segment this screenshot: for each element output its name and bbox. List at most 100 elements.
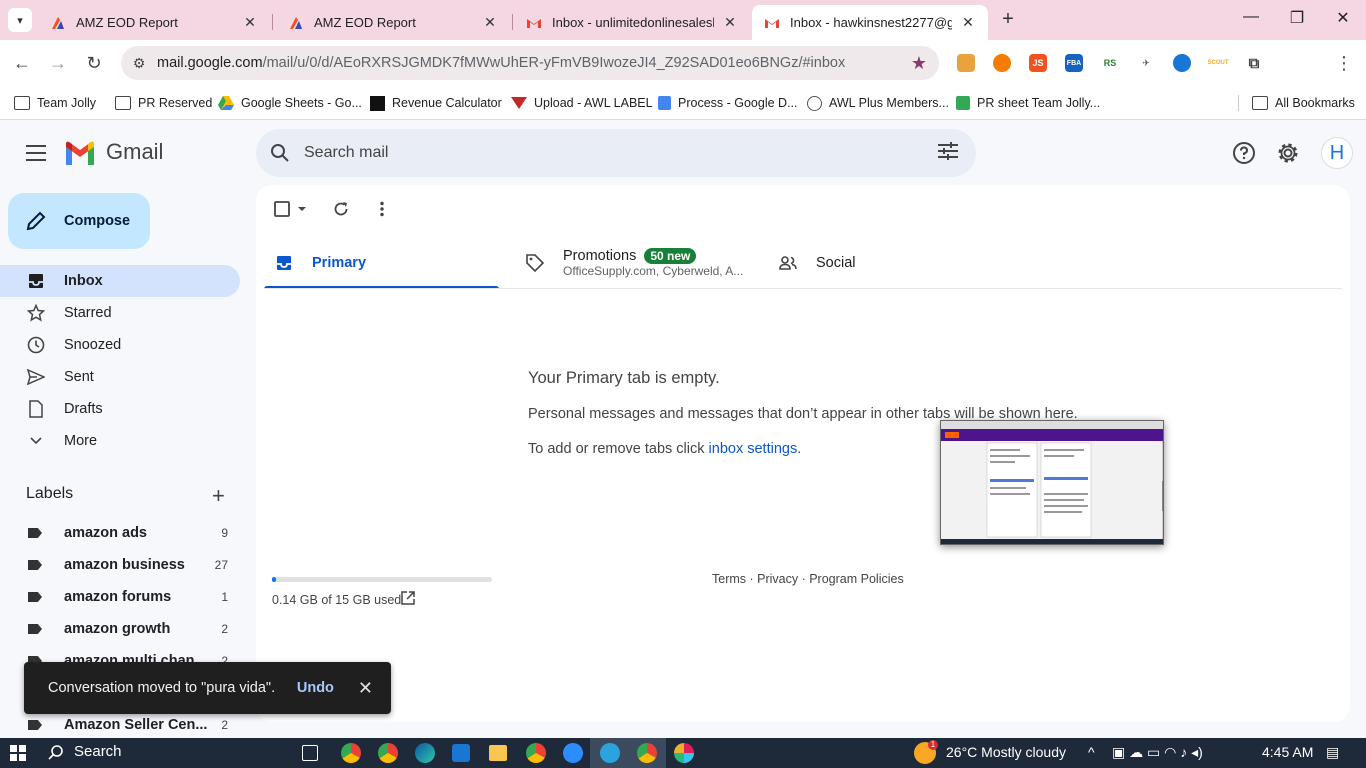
extension-js-icon[interactable]: JS (1029, 54, 1047, 72)
forward-icon[interactable]: → (46, 51, 70, 75)
nav-snoozed[interactable]: Snoozed (0, 329, 240, 361)
tab-promotions[interactable]: Promotions 50 new OfficeSupply.com, Cyber… (525, 237, 743, 289)
undo-button[interactable]: Undo (297, 680, 334, 696)
store-icon[interactable] (452, 744, 470, 762)
tab-social[interactable]: Social (778, 237, 856, 289)
label-tag-icon (28, 592, 42, 602)
reload-icon[interactable]: ↻ (82, 51, 106, 75)
label-item[interactable]: amazon forums 1 (0, 581, 240, 613)
weather-text[interactable]: 26°C Mostly cloudy (946, 744, 1066, 760)
extension-cat-icon[interactable] (957, 54, 975, 72)
close-tab-icon[interactable]: ✕ (960, 14, 976, 31)
bookmark-pr-reserved[interactable]: PR Reserved (115, 92, 212, 114)
search-icon[interactable] (256, 143, 304, 163)
nav-drafts[interactable]: Drafts (0, 393, 240, 425)
promotions-senders: OfficeSupply.com, Cyberweld, A... (563, 264, 744, 278)
edge-icon[interactable] (415, 743, 435, 763)
bookmark-process-google-docs[interactable]: Process - Google D... (658, 92, 798, 114)
labels-heading: Labels (26, 485, 74, 502)
extension-plane-icon[interactable]: ✈ (1137, 54, 1155, 72)
minimize-icon[interactable]: — (1236, 8, 1266, 26)
bookmark-revenue-calculator[interactable]: Revenue Calculator (370, 92, 502, 114)
gmail-wordmark: Gmail (106, 139, 164, 164)
bookmark-awl-plus-members[interactable]: AWL Plus Members... (807, 92, 949, 114)
bookmark-star-icon[interactable]: ★ (899, 53, 939, 74)
nav-more[interactable]: More (0, 425, 240, 457)
close-icon[interactable]: ✕ (358, 678, 373, 699)
open-in-new-icon[interactable] (401, 591, 415, 605)
restore-icon[interactable]: ❐ (1282, 8, 1312, 28)
browser-tab-3[interactable]: Inbox - unlimitedonlinesalesllc@ ✕ (514, 5, 750, 40)
new-tab-button[interactable]: + (996, 8, 1020, 31)
tray-overflow-chevron-icon[interactable]: ^ (1088, 744, 1095, 760)
extension-orange-icon[interactable] (993, 54, 1011, 72)
star-icon (26, 304, 46, 322)
telegram-icon[interactable] (600, 743, 620, 763)
extensions-puzzle-icon[interactable]: ⧉ (1245, 54, 1263, 72)
notifications-icon[interactable]: ▤ (1326, 744, 1339, 761)
main-menu-icon[interactable] (26, 145, 46, 161)
close-tab-icon[interactable]: ✕ (482, 14, 498, 31)
task-view-icon[interactable] (302, 745, 318, 761)
all-bookmarks[interactable]: All Bookmarks (1252, 92, 1355, 114)
account-avatar[interactable]: H (1321, 137, 1353, 169)
folder-icon (115, 96, 131, 110)
label-tag-icon (28, 560, 42, 570)
compose-button[interactable]: Compose (8, 193, 150, 249)
nav-inbox[interactable]: Inbox (0, 265, 240, 297)
create-label-plus-icon[interactable]: + (212, 483, 225, 509)
nav-starred[interactable]: Starred (0, 297, 240, 329)
extension-blue-icon[interactable] (1173, 54, 1191, 72)
gmail-logo-icon (66, 141, 94, 165)
extension-scout-icon[interactable]: SCOUT (1208, 54, 1229, 72)
search-input[interactable] (304, 144, 920, 162)
bookmark-pr-sheet-team-jolly[interactable]: PR sheet Team Jolly... (956, 92, 1100, 114)
more-options-icon[interactable] (379, 201, 385, 217)
tab-search-chevron-icon[interactable]: ▾ (8, 8, 32, 32)
nav-sent[interactable]: Sent (0, 361, 240, 393)
taskbar-search[interactable]: Search (48, 743, 122, 760)
url-text[interactable]: mail.google.com/mail/u/0/d/AEoRXRSJGMDK7… (157, 55, 899, 71)
slack-icon[interactable] (674, 743, 694, 763)
address-bar[interactable]: ⚙ mail.google.com/mail/u/0/d/AEoRXRSJGMD… (121, 46, 939, 80)
inbox-settings-link[interactable]: inbox settings (709, 441, 798, 457)
site-settings-icon[interactable]: ⚙ (121, 55, 157, 72)
browser-menu-icon[interactable]: ⋮ (1332, 51, 1356, 75)
close-tab-icon[interactable]: ✕ (242, 14, 258, 31)
windows-start-icon[interactable] (10, 745, 26, 761)
bookmark-google-sheets[interactable]: Google Sheets - Go... (218, 92, 362, 114)
tab-primary[interactable]: Primary (274, 237, 366, 289)
clock-time[interactable]: 4:45 AM (1262, 744, 1313, 760)
footer-links[interactable]: Terms · Privacy · Program Policies (712, 572, 904, 586)
chrome-icon[interactable] (341, 743, 361, 763)
chrome-icon[interactable] (378, 743, 398, 763)
select-all-checkbox[interactable] (274, 201, 308, 217)
back-icon[interactable]: ← (10, 51, 34, 75)
extension-rs-icon[interactable]: RS (1101, 54, 1119, 72)
label-item[interactable]: amazon business 27 (0, 549, 240, 581)
chrome-icon[interactable] (526, 743, 546, 763)
bookmark-team-jolly[interactable]: Team Jolly (14, 92, 96, 114)
zoom-icon[interactable] (563, 743, 583, 763)
close-window-icon[interactable]: ✕ (1328, 8, 1358, 28)
browser-tab-2[interactable]: AMZ EOD Report ✕ (276, 5, 510, 40)
browser-tab-1[interactable]: AMZ EOD Report ✕ (38, 5, 270, 40)
tag-icon (525, 254, 545, 272)
refresh-icon[interactable] (333, 201, 349, 217)
label-item[interactable]: amazon ads 9 (0, 517, 240, 549)
bookmark-upload-awl-label[interactable]: Upload - AWL LABEL (511, 92, 653, 114)
people-icon (778, 256, 798, 270)
label-tag-icon (28, 720, 42, 730)
tray-icons[interactable]: ▣ ☁ ▭ ◠ ♪ ◂) (1112, 744, 1203, 761)
search-options-icon[interactable] (920, 141, 976, 165)
settings-gear-icon[interactable] (1276, 141, 1300, 165)
close-tab-icon[interactable]: ✕ (722, 14, 738, 31)
screenshot-preview-thumbnail[interactable] (940, 420, 1164, 545)
file-explorer-icon[interactable] (489, 745, 507, 761)
extension-fba-icon[interactable]: FBA (1065, 54, 1083, 72)
help-icon[interactable] (1232, 141, 1256, 165)
label-item[interactable]: amazon growth 2 (0, 613, 240, 645)
tab-title: Inbox - hawkinsnest2277@gma (790, 15, 952, 30)
browser-tab-4-active[interactable]: Inbox - hawkinsnest2277@gma ✕ (752, 5, 988, 40)
chrome-icon-active[interactable] (637, 743, 657, 763)
